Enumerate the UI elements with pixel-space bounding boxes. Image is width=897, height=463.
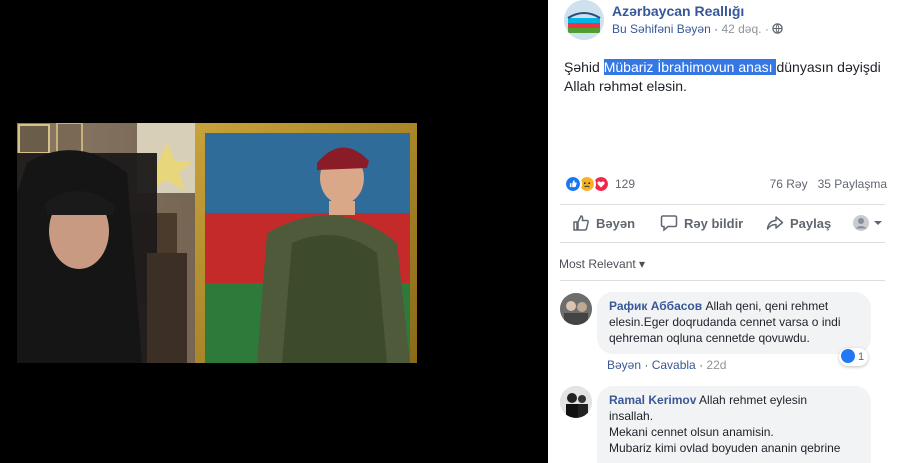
page-name[interactable]: Azərbaycan Reallığı xyxy=(612,3,744,19)
reaction-profile-selector[interactable] xyxy=(852,214,886,232)
post-stats: 76 Rəy 35 Paylaşma xyxy=(770,177,887,191)
comment-sort-dropdown[interactable]: Most Relevant ▾ xyxy=(559,257,645,271)
post-time[interactable]: 42 dəq. xyxy=(721,22,761,36)
post-panel: Azərbaycan Reallığı Bu Səhifəni Bəyən · … xyxy=(548,0,897,463)
post-header: Azərbaycan Reallığı Bu Səhifəni Bəyən · … xyxy=(564,0,864,42)
photo-image xyxy=(17,123,417,363)
comment-button[interactable]: Rəy bildir xyxy=(660,214,750,232)
comment-text-2-line3: Mekani cennet olsun anamisin. xyxy=(609,425,774,439)
comment-text-line2: elesin.Eger doqrudanda cennet varsa o in… xyxy=(609,315,841,329)
like-button[interactable]: Bəyən xyxy=(572,214,652,232)
sort-label: Most Relevant xyxy=(559,257,636,271)
comment-count[interactable]: 76 Rəy xyxy=(770,177,808,191)
comment-author-2[interactable]: Ramal Kerimov xyxy=(609,393,696,407)
thumbs-up-icon xyxy=(573,215,589,231)
comment-actions: Bəyən · Cavabla · 22d xyxy=(607,358,727,372)
divider xyxy=(560,204,885,205)
separator: · xyxy=(714,22,719,36)
comment-avatar[interactable] xyxy=(560,293,592,325)
globe-icon xyxy=(772,23,783,34)
like-page-link[interactable]: Bu Səhifəni Bəyən xyxy=(612,22,711,36)
comment-icon xyxy=(660,215,678,232)
post-text-end: dünyasın dəyişdi xyxy=(776,59,881,75)
post-text-line2: Allah rəhmət eləsin. xyxy=(564,78,687,94)
separator-2: · xyxy=(764,22,769,36)
page-avatar[interactable] xyxy=(564,0,604,40)
comment-reply-link[interactable]: Cavabla xyxy=(652,358,696,372)
divider-3 xyxy=(560,280,885,281)
chevron-down-icon: ▾ xyxy=(639,257,646,271)
comment-time[interactable]: 22d xyxy=(706,358,726,372)
reaction-bar: 129 76 Rəy 35 Paylaşma xyxy=(564,174,887,194)
share-label: Paylaş xyxy=(790,216,832,231)
comment-reaction-badge[interactable]: 1 xyxy=(839,348,869,366)
post-text: Şəhid Mübariz İbrahimovun anası dünyasın… xyxy=(564,58,884,96)
share-icon xyxy=(766,216,784,230)
divider-2 xyxy=(560,242,885,243)
comment-text: Allah qeni, qeni rehmet xyxy=(705,299,829,313)
comment-bubble-2: Ramal Kerimov Allah rehmet eylesin insal… xyxy=(597,386,871,463)
like-icon xyxy=(841,349,855,363)
share-button[interactable]: Paylaş xyxy=(766,214,836,232)
comment-author[interactable]: Рафик Аббасов xyxy=(609,299,702,313)
like-icon xyxy=(564,175,582,193)
photo-viewer xyxy=(0,0,548,463)
reaction-icons[interactable] xyxy=(564,175,612,193)
reaction-count[interactable]: 129 xyxy=(615,177,635,191)
post-text-start: Şəhid xyxy=(564,59,604,75)
like-label: Bəyən xyxy=(596,216,636,231)
comment-text-2-line2: insallah. xyxy=(609,409,654,423)
comment-reaction-count: 1 xyxy=(858,351,865,363)
post-photo[interactable] xyxy=(17,123,417,363)
share-count[interactable]: 35 Paylaşma xyxy=(818,177,887,191)
comment-text-line3: qehreman oqluna cennetde qovuwdu. xyxy=(609,331,810,345)
comment-text-2-line4: Mubariz kimi ovlad boyuden ananin qebrin… xyxy=(609,441,841,455)
page-subline: Bu Səhifəni Bəyən · 42 dəq. · xyxy=(612,22,783,36)
comment-text-2: Allah rehmet eylesin xyxy=(699,393,808,407)
comment-like-link[interactable]: Bəyən xyxy=(607,358,641,372)
post-text-highlight: Mübariz İbrahimovun anası xyxy=(603,59,777,75)
post-actions: Bəyən Rəy bildir Paylaş xyxy=(560,206,885,240)
comment-label: Rəy bildir xyxy=(684,216,744,231)
comment-bubble: Рафик Аббасов Allah qeni, qeni rehmet el… xyxy=(597,292,871,354)
profile-chevron-icon xyxy=(853,215,882,231)
comment-avatar-2[interactable] xyxy=(560,386,592,418)
